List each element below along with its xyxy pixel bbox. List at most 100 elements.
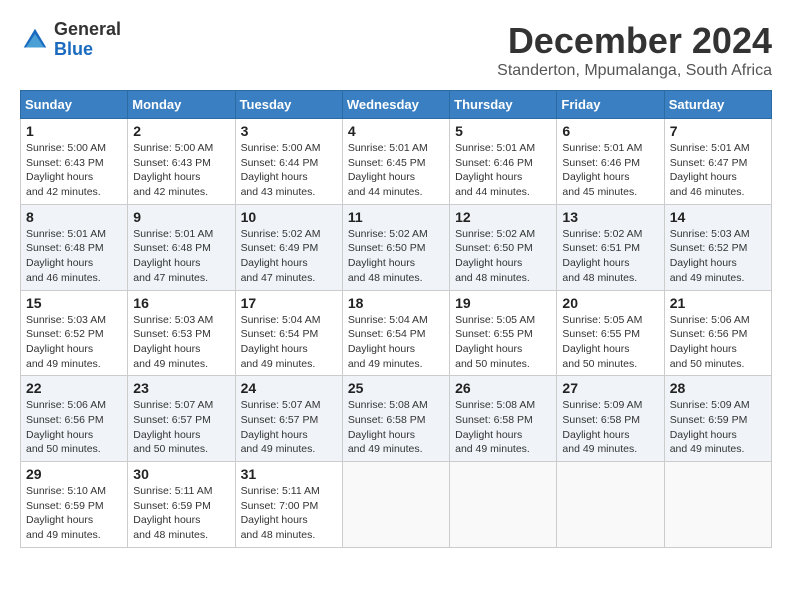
day-info: Sunrise: 5:09 AMSunset: 6:59 PMDaylight … [670,398,766,457]
calendar-cell: 8 Sunrise: 5:01 AMSunset: 6:48 PMDaylight… [21,204,128,290]
title-area: December 2024 Standerton, Mpumalanga, So… [497,20,772,80]
day-number: 11 [348,209,444,225]
day-info: Sunrise: 5:07 AMSunset: 6:57 PMDaylight … [241,398,337,457]
day-info: Sunrise: 5:05 AMSunset: 6:55 PMDaylight … [455,313,551,372]
calendar-cell: 11 Sunrise: 5:02 AMSunset: 6:50 PMDayligh… [342,204,449,290]
calendar-cell [664,462,771,548]
day-number: 15 [26,295,122,311]
day-number: 30 [133,466,229,482]
day-number: 28 [670,380,766,396]
day-info: Sunrise: 5:02 AMSunset: 6:49 PMDaylight … [241,227,337,286]
calendar-cell: 25Sunrise: 5:08 AMSunset: 6:58 PMDayligh… [342,376,449,462]
month-title: December 2024 [497,20,772,62]
day-number: 25 [348,380,444,396]
day-info: Sunrise: 5:00 AMSunset: 6:44 PMDaylight … [241,141,337,200]
day-number: 24 [241,380,337,396]
day-of-week-header: Friday [557,91,664,119]
calendar-cell: 12 Sunrise: 5:02 AMSunset: 6:50 PMDayligh… [450,204,557,290]
calendar-week-row: 29 Sunrise: 5:10 AMSunset: 6:59 PMDayligh… [21,462,772,548]
day-info: Sunrise: 5:01 AMSunset: 6:46 PMDaylight … [562,141,658,200]
calendar-cell: 18 Sunrise: 5:04 AMSunset: 6:54 PMDayligh… [342,290,449,376]
day-info: Sunrise: 5:08 AMSunset: 6:58 PMDaylight … [455,398,551,457]
day-number: 12 [455,209,551,225]
day-info: Sunrise: 5:04 AMSunset: 6:54 PMDaylight … [348,313,444,372]
day-info: Sunrise: 5:09 AMSunset: 6:58 PMDaylight … [562,398,658,457]
calendar-cell: 30 Sunrise: 5:11 AMSunset: 6:59 PMDayligh… [128,462,235,548]
calendar-cell [342,462,449,548]
calendar-cell: 2 Sunrise: 5:00 AMSunset: 6:43 PMDaylight… [128,119,235,205]
day-number: 5 [455,123,551,139]
day-info: Sunrise: 5:04 AMSunset: 6:54 PMDaylight … [241,313,337,372]
day-number: 21 [670,295,766,311]
calendar-cell: 16Sunrise: 5:03 AMSunset: 6:53 PMDayligh… [128,290,235,376]
day-number: 23 [133,380,229,396]
days-of-week-row: SundayMondayTuesdayWednesdayThursdayFrid… [21,91,772,119]
calendar-cell [450,462,557,548]
calendar-body: 1 Sunrise: 5:00 AMSunset: 6:43 PMDaylight… [21,119,772,548]
day-number: 3 [241,123,337,139]
day-info: Sunrise: 5:10 AMSunset: 6:59 PMDaylight … [26,484,122,543]
day-number: 2 [133,123,229,139]
day-number: 8 [26,209,122,225]
calendar-cell: 1 Sunrise: 5:00 AMSunset: 6:43 PMDaylight… [21,119,128,205]
calendar-cell: 14Sunrise: 5:03 AMSunset: 6:52 PMDayligh… [664,204,771,290]
calendar-cell: 17 Sunrise: 5:04 AMSunset: 6:54 PMDayligh… [235,290,342,376]
day-number: 27 [562,380,658,396]
calendar-cell: 21 Sunrise: 5:06 AMSunset: 6:56 PMDayligh… [664,290,771,376]
day-number: 9 [133,209,229,225]
calendar-cell: 4Sunrise: 5:01 AMSunset: 6:45 PMDaylight… [342,119,449,205]
day-info: Sunrise: 5:01 AMSunset: 6:45 PMDaylight … [348,141,444,200]
logo-blue: Blue [54,40,121,60]
day-number: 19 [455,295,551,311]
day-number: 22 [26,380,122,396]
day-number: 10 [241,209,337,225]
day-number: 7 [670,123,766,139]
day-info: Sunrise: 5:11 AMSunset: 7:00 PMDaylight … [241,484,337,543]
day-info: Sunrise: 5:00 AMSunset: 6:43 PMDaylight … [26,141,122,200]
day-info: Sunrise: 5:01 AMSunset: 6:48 PMDaylight … [133,227,229,286]
calendar-week-row: 22Sunrise: 5:06 AMSunset: 6:56 PMDayligh… [21,376,772,462]
day-info: Sunrise: 5:11 AMSunset: 6:59 PMDaylight … [133,484,229,543]
day-number: 26 [455,380,551,396]
calendar-cell: 31 Sunrise: 5:11 AMSunset: 7:00 PMDayligh… [235,462,342,548]
calendar-header: SundayMondayTuesdayWednesdayThursdayFrid… [21,91,772,119]
header: General Blue December 2024 Standerton, M… [20,20,772,80]
calendar-cell: 29 Sunrise: 5:10 AMSunset: 6:59 PMDayligh… [21,462,128,548]
calendar-cell [557,462,664,548]
day-info: Sunrise: 5:01 AMSunset: 6:46 PMDaylight … [455,141,551,200]
day-info: Sunrise: 5:03 AMSunset: 6:52 PMDaylight … [26,313,122,372]
day-number: 31 [241,466,337,482]
day-number: 1 [26,123,122,139]
calendar-cell: 24 Sunrise: 5:07 AMSunset: 6:57 PMDayligh… [235,376,342,462]
calendar-cell: 3 Sunrise: 5:00 AMSunset: 6:44 PMDaylight… [235,119,342,205]
calendar-cell: 9 Sunrise: 5:01 AMSunset: 6:48 PMDaylight… [128,204,235,290]
day-of-week-header: Saturday [664,91,771,119]
day-of-week-header: Thursday [450,91,557,119]
calendar-cell: 26 Sunrise: 5:08 AMSunset: 6:58 PMDayligh… [450,376,557,462]
day-number: 29 [26,466,122,482]
day-number: 17 [241,295,337,311]
day-info: Sunrise: 5:02 AMSunset: 6:50 PMDaylight … [348,227,444,286]
day-info: Sunrise: 5:02 AMSunset: 6:50 PMDaylight … [455,227,551,286]
day-of-week-header: Wednesday [342,91,449,119]
calendar-week-row: 8 Sunrise: 5:01 AMSunset: 6:48 PMDaylight… [21,204,772,290]
day-info: Sunrise: 5:00 AMSunset: 6:43 PMDaylight … [133,141,229,200]
calendar-cell: 20Sunrise: 5:05 AMSunset: 6:55 PMDayligh… [557,290,664,376]
day-of-week-header: Sunday [21,91,128,119]
calendar-cell: 6Sunrise: 5:01 AMSunset: 6:46 PMDaylight… [557,119,664,205]
calendar-cell: 5 Sunrise: 5:01 AMSunset: 6:46 PMDaylight… [450,119,557,205]
logo-general: General [54,20,121,40]
calendar-cell: 13Sunrise: 5:02 AMSunset: 6:51 PMDayligh… [557,204,664,290]
calendar-cell: 27 Sunrise: 5:09 AMSunset: 6:58 PMDayligh… [557,376,664,462]
day-number: 18 [348,295,444,311]
calendar-cell: 19 Sunrise: 5:05 AMSunset: 6:55 PMDayligh… [450,290,557,376]
calendar: SundayMondayTuesdayWednesdayThursdayFrid… [20,90,772,548]
day-info: Sunrise: 5:06 AMSunset: 6:56 PMDaylight … [670,313,766,372]
day-number: 14 [670,209,766,225]
calendar-week-row: 15 Sunrise: 5:03 AMSunset: 6:52 PMDayligh… [21,290,772,376]
day-number: 20 [562,295,658,311]
day-info: Sunrise: 5:01 AMSunset: 6:47 PMDaylight … [670,141,766,200]
day-of-week-header: Tuesday [235,91,342,119]
day-number: 13 [562,209,658,225]
day-info: Sunrise: 5:01 AMSunset: 6:48 PMDaylight … [26,227,122,286]
